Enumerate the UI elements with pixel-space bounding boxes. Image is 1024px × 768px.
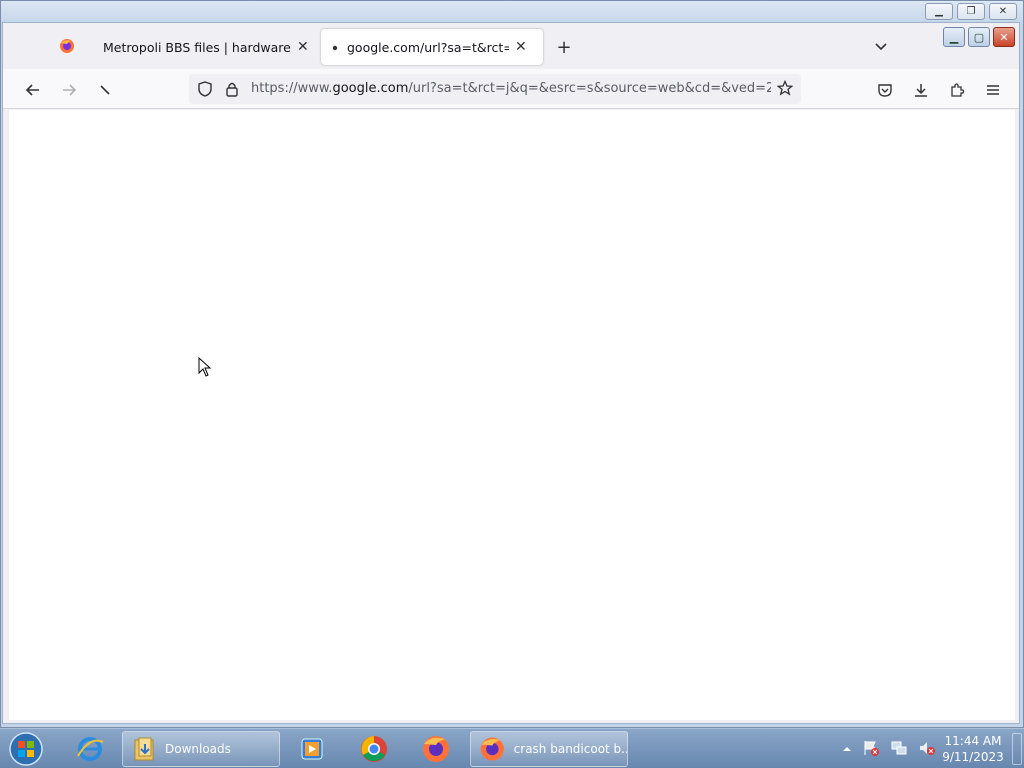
app-menu-button[interactable]: [979, 77, 1007, 103]
downloads-button[interactable]: [907, 77, 935, 103]
taskbar-media-player[interactable]: [292, 731, 332, 767]
new-tab-button[interactable]: +: [553, 37, 575, 58]
tab-pinned[interactable]: [47, 29, 87, 65]
internet-explorer-icon: [77, 737, 104, 761]
action-center-flag-icon[interactable]: [862, 739, 880, 760]
taskbar-item-label: Downloads: [165, 742, 231, 756]
puzzle-piece-icon: [951, 83, 965, 97]
taskbar-internet-explorer[interactable]: [70, 731, 110, 767]
back-arrow-icon: [25, 84, 39, 96]
taskbar-clock[interactable]: 11:44 AM 9/11/2023: [940, 733, 1006, 765]
network-icon[interactable]: [890, 739, 908, 760]
minimize-button[interactable]: ▁: [943, 27, 965, 47]
stop-button[interactable]: [91, 77, 119, 103]
outer-window-controls: ▁ ❐ ✕: [925, 3, 1017, 20]
page-content-area[interactable]: [9, 110, 1015, 720]
navigation-toolbar: https://www.google.com/url?sa=t&rct=j&q=…: [3, 69, 1019, 109]
outer-close-button[interactable]: ✕: [989, 3, 1017, 20]
url-prefix: https://www.: [251, 81, 333, 96]
hamburger-menu-icon: [987, 85, 999, 95]
tab-title: Metropoli BBS files | hardware/DISPLAY: [103, 39, 291, 55]
system-tray: [842, 739, 936, 760]
back-button[interactable]: [19, 77, 47, 103]
taskbar-firefox[interactable]: [416, 731, 456, 767]
outer-titlebar: ▁ ❐ ✕: [1, 1, 1023, 23]
chrome-icon: [361, 736, 387, 762]
media-player-icon: [301, 738, 323, 760]
firefox-icon: [423, 736, 449, 762]
outer-minimize-button[interactable]: ▁: [925, 3, 953, 20]
tracking-shield-icon[interactable]: [197, 81, 213, 100]
maximize-button[interactable]: ▢: [968, 27, 990, 47]
loading-dot-icon: [331, 40, 339, 55]
taskbar-firefox-window[interactable]: crash bandicoot b...: [470, 731, 628, 767]
forward-arrow-icon: [63, 84, 77, 96]
chevron-down-icon: [875, 43, 887, 51]
close-icon[interactable]: ✕: [515, 39, 527, 55]
firefox-window-controls: ▁ ▢ ✕: [943, 27, 1015, 47]
bookmark-star-icon[interactable]: [776, 79, 794, 99]
url-text[interactable]: https://www.google.com/url?sa=t&rct=j&q=…: [251, 81, 771, 96]
start-button[interactable]: [6, 731, 46, 767]
taskbar-item-label: crash bandicoot b...: [513, 742, 627, 756]
folder-icon: [134, 737, 154, 761]
tab-metropoli[interactable]: Metropoli BBS files | hardware/DISPLAY ✕: [95, 29, 317, 65]
lock-icon[interactable]: [225, 81, 239, 100]
mouse-cursor-icon: [198, 356, 212, 380]
list-all-tabs-button[interactable]: [869, 37, 893, 57]
firefox-icon: [59, 38, 75, 57]
close-icon[interactable]: ✕: [297, 39, 309, 55]
windows-start-orb-icon: [9, 732, 43, 766]
volume-muted-icon[interactable]: [918, 739, 936, 760]
clock-time: 11:44 AM: [944, 734, 1002, 748]
tab-title: google.com/url?sa=t&rct=j&q=&esrc=s: [347, 39, 509, 55]
taskbar-chrome[interactable]: [354, 731, 394, 767]
tab-google-url[interactable]: google.com/url?sa=t&rct=j&q=&esrc=s ✕: [321, 29, 543, 65]
stop-icon: [100, 85, 110, 95]
pocket-icon: [878, 84, 892, 97]
taskbar-downloads[interactable]: Downloads: [122, 731, 280, 767]
download-icon: [915, 84, 927, 97]
show-desktop-button[interactable]: [1012, 733, 1022, 765]
tab-strip: Metropoli BBS files | hardware/DISPLAY ✕…: [3, 23, 1019, 69]
pocket-button[interactable]: [871, 77, 899, 103]
outer-restore-button[interactable]: ❐: [957, 3, 985, 20]
taskbar: Downloads crash bandicoot b... 11:44 AM …: [0, 728, 1024, 768]
firefox-window: Metropoli BBS files | hardware/DISPLAY ✕…: [2, 22, 1020, 724]
url-domain: google.com: [332, 81, 409, 96]
extensions-button[interactable]: [943, 77, 971, 103]
firefox-icon: [480, 737, 504, 761]
forward-button[interactable]: [55, 77, 83, 103]
clock-date: 9/11/2023: [942, 750, 1004, 764]
url-rest: /url?sa=t&rct=j&q=&esrc=s&source=web&cd=…: [408, 81, 771, 96]
close-button[interactable]: ✕: [993, 27, 1015, 47]
show-hidden-icons-icon[interactable]: [842, 743, 852, 757]
url-bar[interactable]: https://www.google.com/url?sa=t&rct=j&q=…: [189, 74, 801, 104]
